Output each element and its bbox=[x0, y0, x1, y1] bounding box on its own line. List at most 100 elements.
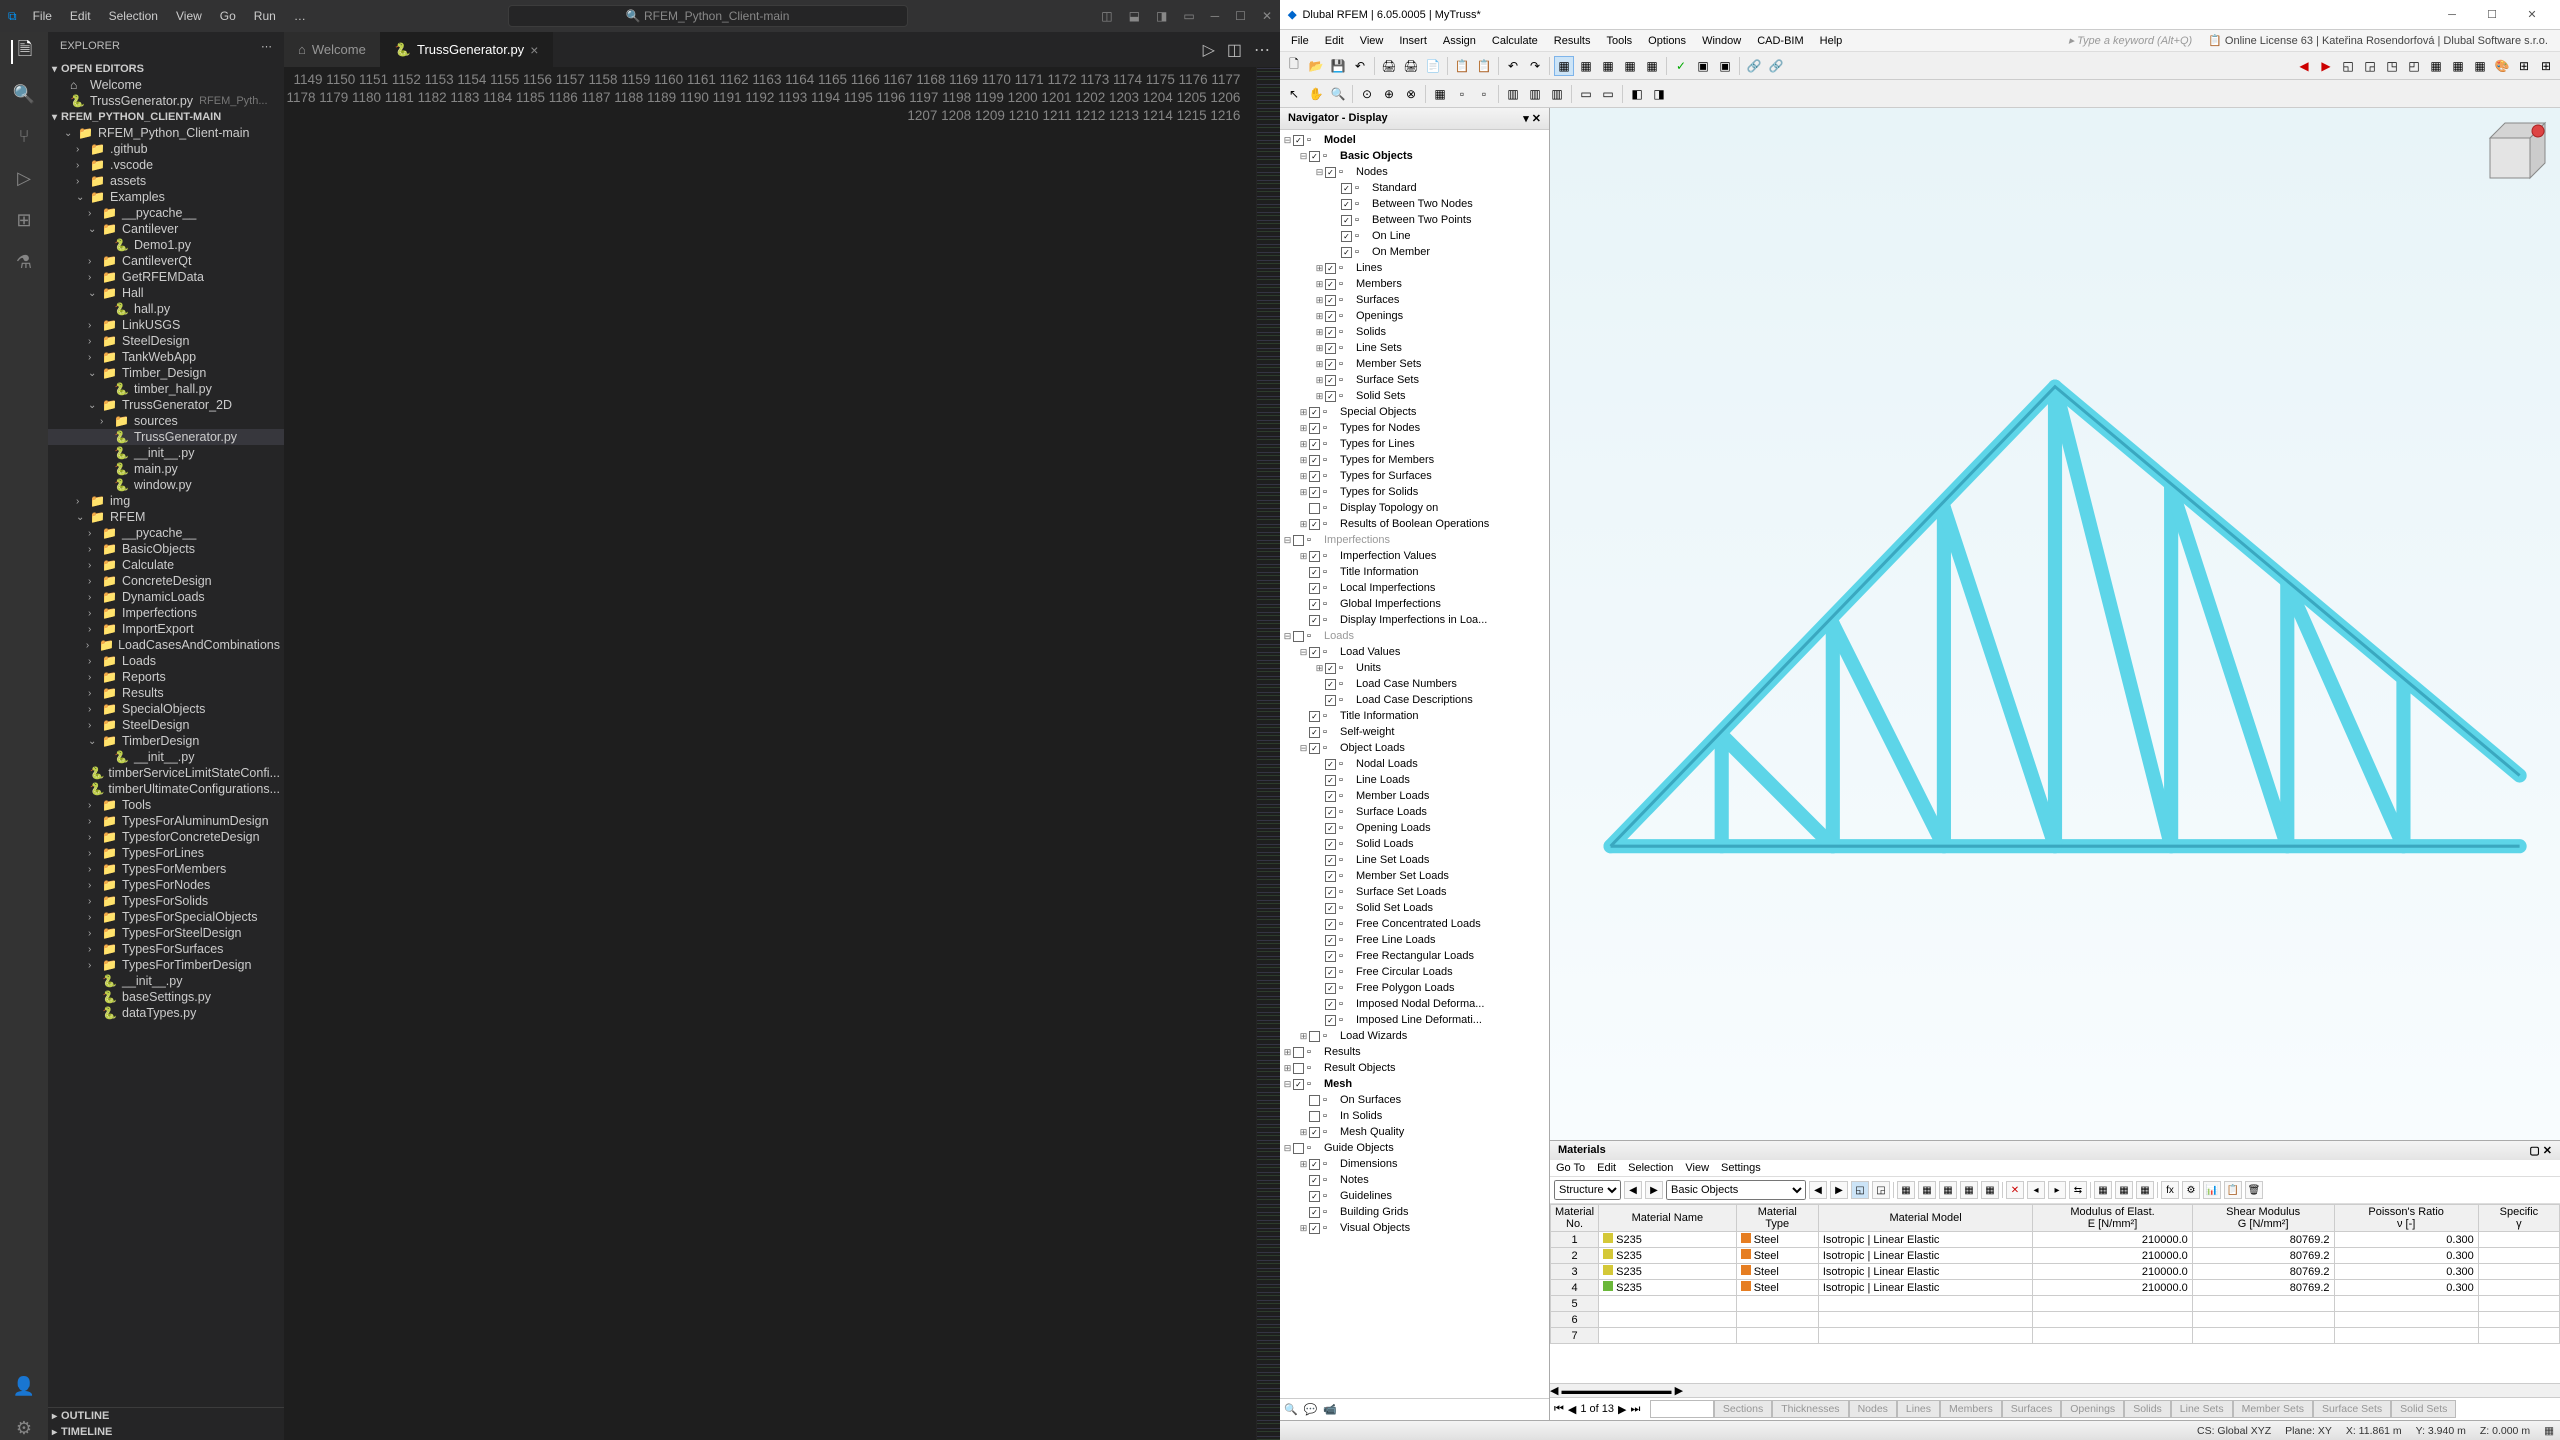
file-item[interactable]: 🐍timber_hall.py bbox=[48, 381, 284, 397]
mt-k-icon[interactable]: ▦ bbox=[2094, 1181, 2112, 1199]
undo-icon[interactable]: ↶ bbox=[1503, 56, 1523, 76]
nav-item[interactable]: ▫Member Loads bbox=[1280, 788, 1549, 804]
nav-item[interactable]: ▫Imposed Line Deformati... bbox=[1280, 1012, 1549, 1028]
view-f-icon[interactable]: ▦ bbox=[2448, 56, 2468, 76]
col-header[interactable]: MaterialNo. bbox=[1551, 1205, 1599, 1232]
check-icon[interactable]: ✓ bbox=[1671, 56, 1691, 76]
nav-item[interactable]: ▫Free Polygon Loads bbox=[1280, 980, 1549, 996]
nav-item[interactable]: ▫Display Imperfections in Loa... bbox=[1280, 612, 1549, 628]
mat-tab[interactable]: Thicknesses bbox=[1772, 1400, 1848, 1418]
maximize-icon[interactable]: ☐ bbox=[1235, 9, 1246, 23]
menu-assign[interactable]: Assign bbox=[1436, 33, 1483, 49]
folder-item[interactable]: ›📁SteelDesign bbox=[48, 717, 284, 733]
obj5-icon[interactable]: ▭ bbox=[1598, 84, 1618, 104]
nav-item[interactable]: ▫Free Line Loads bbox=[1280, 932, 1549, 948]
col-header[interactable]: MaterialType bbox=[1736, 1205, 1818, 1232]
nav-help-icon[interactable]: 💬 bbox=[1304, 1403, 1318, 1416]
minimap[interactable] bbox=[1256, 67, 1280, 1440]
menu-view[interactable]: View bbox=[168, 5, 210, 27]
table-row[interactable]: 6 bbox=[1551, 1312, 2560, 1328]
view-h-icon[interactable]: 🎨 bbox=[2492, 56, 2512, 76]
nav-item[interactable]: ▫Notes bbox=[1280, 1172, 1549, 1188]
mat-tab[interactable]: Solids bbox=[2124, 1400, 2171, 1418]
3d-viewport[interactable] bbox=[1550, 108, 2560, 1140]
menu-help[interactable]: Help bbox=[1813, 33, 1850, 49]
nav-dropdown-icon[interactable]: ▾ bbox=[1523, 113, 1529, 125]
folder-item[interactable]: ›📁.github bbox=[48, 141, 284, 157]
view3-icon[interactable]: ▦ bbox=[1598, 56, 1618, 76]
mt-j-icon[interactable]: ⇆ bbox=[2069, 1181, 2087, 1199]
view5-icon[interactable]: ▦ bbox=[1642, 56, 1662, 76]
nav-item[interactable]: ▫Free Concentrated Loads bbox=[1280, 916, 1549, 932]
undo2-icon[interactable]: ↶ bbox=[1350, 56, 1370, 76]
folder-item[interactable]: ›📁TypesforConcreteDesign bbox=[48, 829, 284, 845]
nav-item[interactable]: ▫Line Set Loads bbox=[1280, 852, 1549, 868]
nav-item[interactable]: ▫On Surfaces bbox=[1280, 1092, 1549, 1108]
obj1-icon[interactable]: ▥ bbox=[1503, 84, 1523, 104]
mt-o-icon[interactable]: ⚙ bbox=[2182, 1181, 2200, 1199]
cursor-icon[interactable]: ↖ bbox=[1284, 84, 1304, 104]
keyword-search[interactable]: ▸ Type a keyword (Alt+Q) bbox=[2062, 32, 2200, 49]
more-icon[interactable]: ⋯ bbox=[261, 40, 272, 53]
col-header[interactable]: Modulus of Elast.E [N/mm²] bbox=[2033, 1205, 2192, 1232]
nav-item[interactable]: ⊞▫Units bbox=[1280, 660, 1549, 676]
snap2-icon[interactable]: ⊕ bbox=[1379, 84, 1399, 104]
tool-b-icon[interactable]: ▫ bbox=[1474, 84, 1494, 104]
view-g-icon[interactable]: ▦ bbox=[2470, 56, 2490, 76]
view-b-icon[interactable]: ◲ bbox=[2360, 56, 2380, 76]
nav-item[interactable]: ⊞▫Load Wizards bbox=[1280, 1028, 1549, 1044]
nav-item[interactable]: ⊞▫Types for Solids bbox=[1280, 484, 1549, 500]
mt-q-icon[interactable]: 📋 bbox=[2224, 1181, 2242, 1199]
folder-item[interactable]: ›📁BasicObjects bbox=[48, 541, 284, 557]
mat-menu-selection[interactable]: Selection bbox=[1628, 1162, 1673, 1174]
link2-icon[interactable]: 🔗 bbox=[1766, 56, 1786, 76]
snap1-icon[interactable]: ⊙ bbox=[1357, 84, 1377, 104]
nav-item[interactable]: ▫Free Circular Loads bbox=[1280, 964, 1549, 980]
nav-item[interactable]: ▫Between Two Points bbox=[1280, 212, 1549, 228]
mat-close-icon[interactable]: ✕ bbox=[2543, 1145, 2552, 1157]
settings-icon[interactable]: ⚙ bbox=[12, 1416, 36, 1440]
delete-icon[interactable]: ✕ bbox=[2006, 1181, 2024, 1199]
nav-item[interactable]: ▫Solid Set Loads bbox=[1280, 900, 1549, 916]
col-header[interactable]: Material Model bbox=[1818, 1205, 2032, 1232]
nav-item[interactable]: ⊞▫Member Sets bbox=[1280, 356, 1549, 372]
file-item[interactable]: 🐍timberUltimateConfigurations... bbox=[48, 781, 284, 797]
folder-item[interactable]: ›📁TankWebApp bbox=[48, 349, 284, 365]
nav-item[interactable]: ▫Line Loads bbox=[1280, 772, 1549, 788]
nav1-icon[interactable]: ◀ bbox=[2294, 56, 2314, 76]
folder-item[interactable]: ›📁Imperfections bbox=[48, 605, 284, 621]
nav-item[interactable]: ▫Global Imperfections bbox=[1280, 596, 1549, 612]
folder-item[interactable]: ›📁Loads bbox=[48, 653, 284, 669]
calc2-icon[interactable]: ▣ bbox=[1715, 56, 1735, 76]
menu-results[interactable]: Results bbox=[1547, 33, 1598, 49]
nav-item[interactable]: ⊟▫Model bbox=[1280, 132, 1549, 148]
nav-item[interactable]: ⊞▫Openings bbox=[1280, 308, 1549, 324]
accounts-icon[interactable]: 👤 bbox=[12, 1374, 36, 1398]
mat-tab[interactable]: Materials bbox=[1650, 1400, 1714, 1418]
mt-e-icon[interactable]: ▦ bbox=[1939, 1181, 1957, 1199]
mt-l-icon[interactable]: ▦ bbox=[2115, 1181, 2133, 1199]
nav-item[interactable]: ⊞▫Types for Nodes bbox=[1280, 420, 1549, 436]
code-editor[interactable]: 1149 1150 1151 1152 1153 1154 1155 1156 … bbox=[284, 67, 1280, 1440]
nav-item[interactable]: ▫Opening Loads bbox=[1280, 820, 1549, 836]
new-icon[interactable]: 🗋 bbox=[1284, 56, 1304, 76]
nav-item[interactable]: ▫Free Rectangular Loads bbox=[1280, 948, 1549, 964]
menu-calculate[interactable]: Calculate bbox=[1485, 33, 1545, 49]
nav-item[interactable]: ⊞▫Solids bbox=[1280, 324, 1549, 340]
menu-options[interactable]: Options bbox=[1641, 33, 1693, 49]
view-j-icon[interactable]: ⊞ bbox=[2536, 56, 2556, 76]
prev-icon[interactable]: ◀ bbox=[1624, 1181, 1642, 1199]
editor-tab[interactable]: 🐍TrussGenerator.py× bbox=[381, 32, 554, 67]
mat-menu-edit[interactable]: Edit bbox=[1597, 1162, 1616, 1174]
folder-item[interactable]: ›📁.vscode bbox=[48, 157, 284, 173]
mat-menu-settings[interactable]: Settings bbox=[1721, 1162, 1761, 1174]
outline-section[interactable]: ▸OUTLINE bbox=[48, 1408, 284, 1424]
nav-item[interactable]: ▫Title Information bbox=[1280, 708, 1549, 724]
obj6-icon[interactable]: ◧ bbox=[1627, 84, 1647, 104]
file-item[interactable]: 🐍main.py bbox=[48, 461, 284, 477]
menu-file[interactable]: File bbox=[25, 5, 60, 27]
last-icon[interactable]: ⏭ bbox=[1630, 1403, 1640, 1416]
table-hscroll[interactable]: ◀ ▬▬▬▬▬▬▬▬▬▬ ▶ bbox=[1550, 1383, 2560, 1397]
folder-item[interactable]: ›📁GetRFEMData bbox=[48, 269, 284, 285]
nav-item[interactable]: ▫Standard bbox=[1280, 180, 1549, 196]
